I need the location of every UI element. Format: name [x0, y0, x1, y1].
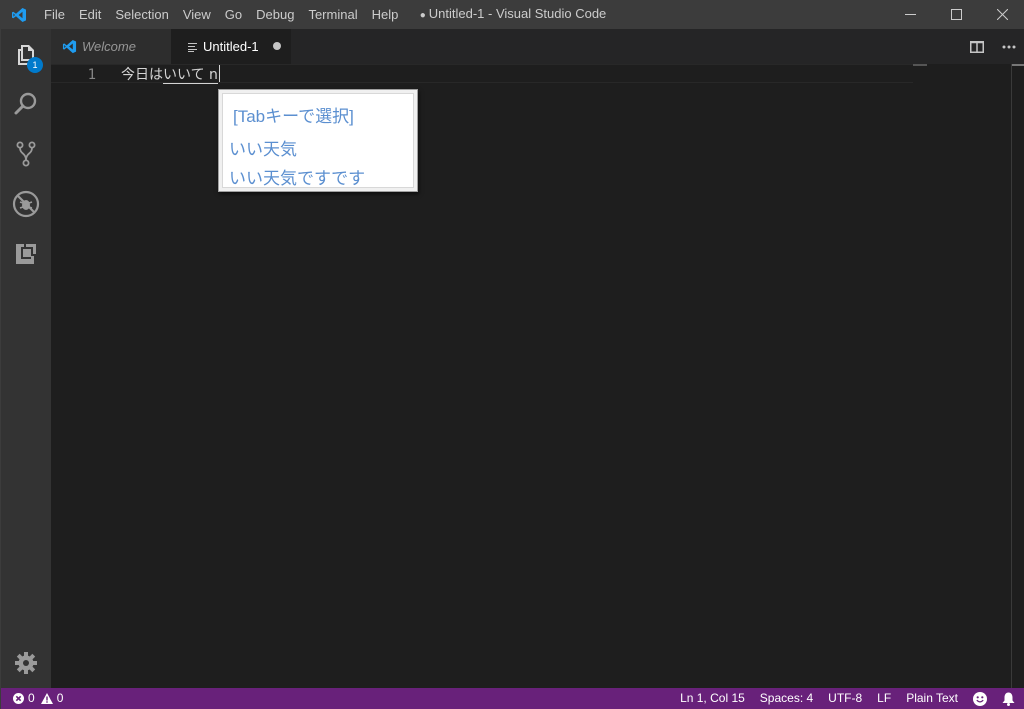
smiley-icon [973, 691, 987, 706]
ellipsis-icon [1002, 45, 1016, 48]
menu-bar: File Edit Selection View Go Debug Termin… [37, 0, 405, 29]
menu-go[interactable]: Go [218, 0, 249, 29]
language-mode[interactable]: Plain Text [906, 688, 958, 709]
status-bar: 0 0 Ln 1, Col 15 Spaces: 4 UTF-8 LF Plai… [1, 688, 1024, 709]
editor-area[interactable]: 1 今日はいいて n [51, 64, 1024, 688]
menu-edit[interactable]: Edit [72, 0, 108, 29]
activity-settings[interactable] [1, 639, 51, 687]
menu-debug[interactable]: Debug [249, 0, 301, 29]
window-title-text: Untitled-1 - Visual Studio Code [428, 6, 607, 21]
feedback-button[interactable] [973, 691, 987, 706]
editor-tab-bar: Welcome Untitled-1 [51, 29, 1024, 64]
activity-search[interactable] [1, 80, 51, 128]
vscode-logo-icon [1, 0, 37, 29]
notifications-button[interactable] [1002, 692, 1015, 706]
split-editor-icon [970, 40, 984, 53]
line-number: 1 [87, 67, 96, 83]
ime-candidate[interactable]: いい天気ですです [229, 164, 365, 189]
window-controls [887, 0, 1024, 29]
tab-label: Welcome [82, 39, 136, 54]
scrollbar-thumb[interactable] [1012, 64, 1024, 66]
activity-source-control[interactable] [1, 130, 51, 178]
vscode-window: File Edit Selection View Go Debug Termin… [0, 0, 1024, 709]
close-button[interactable] [979, 0, 1024, 29]
more-actions-button[interactable] [993, 29, 1024, 64]
search-icon [14, 92, 37, 115]
eol-status[interactable]: LF [877, 688, 891, 709]
bell-icon [1002, 692, 1015, 706]
text-file-icon [188, 42, 198, 52]
status-bar-left: 0 0 [1, 688, 71, 709]
error-count: 0 [28, 691, 35, 705]
ime-composing-text: いいて n [163, 67, 218, 84]
gear-icon [15, 652, 37, 674]
ime-hint: [Tabキーで選択] [233, 107, 354, 126]
maximize-icon [950, 9, 962, 20]
menu-view[interactable]: View [176, 0, 218, 29]
committed-text: 今日は [121, 67, 163, 83]
text-cursor [218, 65, 220, 82]
menu-selection[interactable]: Selection [108, 0, 175, 29]
tab-untitled-1[interactable]: Untitled-1 [171, 29, 291, 64]
title-bar: File Edit Selection View Go Debug Termin… [1, 0, 1024, 29]
indentation-status[interactable]: Spaces: 4 [760, 688, 813, 709]
close-icon [996, 9, 1008, 20]
vertical-scrollbar[interactable] [1011, 64, 1024, 688]
line-content[interactable]: 今日はいいて n [121, 65, 220, 85]
minimap-slider[interactable] [913, 64, 927, 66]
ime-candidate-list: [Tabキーで選択] いい天気 いい天気ですです [222, 93, 414, 188]
menu-terminal[interactable]: Terminal [301, 0, 364, 29]
source-control-icon [16, 141, 36, 167]
activity-explorer[interactable]: 1 [1, 31, 51, 79]
explorer-badge: 1 [27, 57, 43, 73]
ime-candidate[interactable]: いい天気 [229, 135, 297, 160]
vscode-logo-icon [62, 39, 77, 54]
minimize-icon [904, 14, 916, 15]
activity-extensions[interactable] [1, 230, 51, 278]
menu-help[interactable]: Help [365, 0, 406, 29]
editor-line[interactable]: 1 今日はいいて n [51, 64, 913, 85]
activity-debug[interactable] [1, 180, 51, 228]
tab-welcome[interactable]: Welcome [51, 29, 171, 64]
warning-count: 0 [56, 691, 64, 705]
split-editor-button[interactable] [961, 29, 993, 64]
unsaved-dot-icon[interactable] [273, 42, 281, 50]
unsaved-dot-icon: ● [419, 10, 426, 21]
maximize-button[interactable] [933, 0, 979, 29]
cursor-position[interactable]: Ln 1, Col 15 [680, 688, 745, 709]
status-bar-right: Ln 1, Col 15 Spaces: 4 UTF-8 LF Plain Te… [665, 688, 1015, 709]
extensions-icon [16, 244, 36, 264]
debug-icon [12, 190, 40, 218]
problems-status[interactable]: 0 0 [13, 688, 63, 709]
activity-bar: 1 [1, 29, 51, 688]
tab-label: Untitled-1 [203, 39, 259, 54]
minimize-button[interactable] [887, 0, 933, 29]
encoding-status[interactable]: UTF-8 [828, 688, 862, 709]
menu-file[interactable]: File [37, 0, 72, 29]
ime-candidate-window: [Tabキーで選択] いい天気 いい天気ですです [218, 89, 418, 192]
warning-icon [40, 693, 53, 704]
editor-actions [961, 29, 1024, 64]
error-icon [13, 693, 24, 704]
